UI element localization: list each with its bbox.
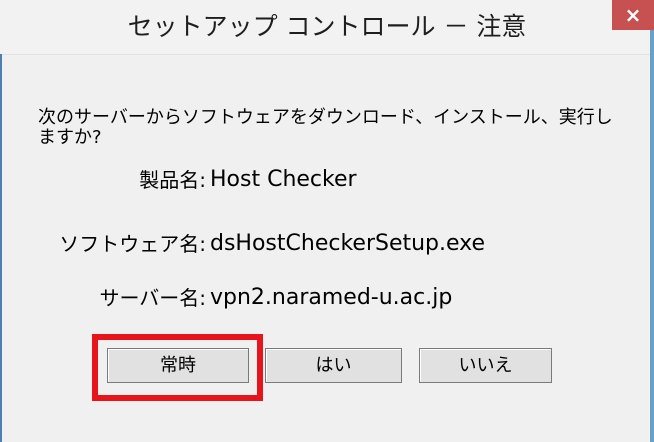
- server-name-label: サーバー名:: [99, 286, 206, 310]
- title-bar[interactable]: セットアップ コントロール － 注意: [0, 0, 654, 55]
- software-name-row: ソフトウェア名: dsHostCheckerSetup.exe: [0, 229, 654, 259]
- confirmation-message: 次のサーバーからソフトウェアをダウンロード、インストール、実行しますか?: [38, 107, 613, 148]
- software-name-label: ソフトウェア名:: [59, 232, 206, 256]
- no-button[interactable]: いいえ: [419, 348, 552, 383]
- setup-control-dialog: セットアップ コントロール － 注意 × 次のサーバーからソフトウェアをダウンロ…: [0, 0, 654, 442]
- window-title: セットアップ コントロール － 注意: [127, 12, 527, 41]
- product-name-value: Host Checker: [210, 167, 357, 192]
- server-name-value: vpn2.naramed-u.ac.jp: [210, 285, 453, 310]
- close-icon: ×: [624, 3, 642, 27]
- highlight-box: [92, 334, 263, 401]
- product-name-row: 製品名: Host Checker: [0, 165, 654, 195]
- server-name-row: サーバー名: vpn2.naramed-u.ac.jp: [0, 283, 654, 313]
- close-button[interactable]: ×: [612, 0, 654, 30]
- product-name-label: 製品名:: [139, 168, 206, 192]
- yes-button[interactable]: はい: [265, 348, 402, 383]
- software-name-value: dsHostCheckerSetup.exe: [210, 231, 486, 256]
